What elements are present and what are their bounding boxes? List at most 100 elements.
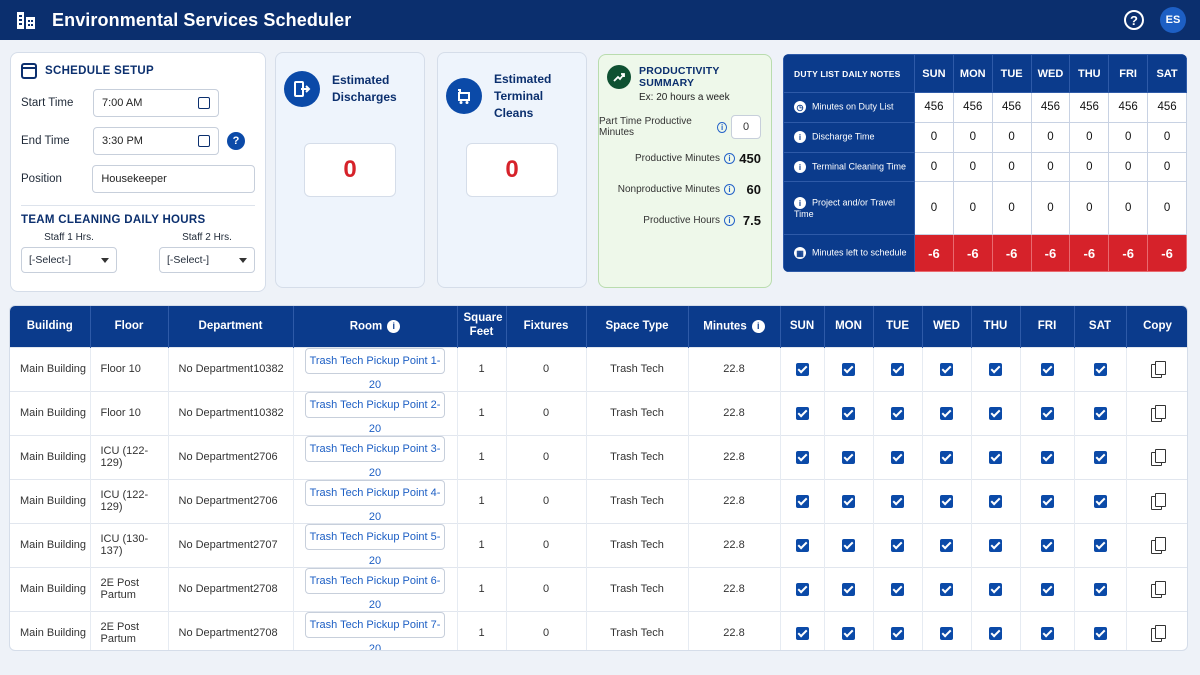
checkbox-icon[interactable] [1093, 582, 1107, 596]
checkbox-icon[interactable] [1040, 362, 1054, 376]
checkbox-icon[interactable] [891, 494, 904, 508]
checkbox-icon[interactable] [989, 450, 1002, 464]
checkbox-icon[interactable] [891, 362, 904, 376]
checkbox-icon[interactable] [1040, 406, 1054, 420]
checkbox-icon[interactable] [795, 450, 809, 464]
checkbox-icon[interactable] [842, 362, 855, 376]
checkbox-icon[interactable] [1093, 626, 1107, 640]
checkbox-icon[interactable] [1040, 494, 1054, 508]
checkbox-icon[interactable] [1093, 406, 1107, 420]
cell-floor: ICU (130-137) [90, 522, 169, 567]
checkbox-icon[interactable] [1093, 538, 1107, 552]
checkbox-icon[interactable] [940, 494, 953, 508]
room-link[interactable]: Trash Tech Pickup Point 6-20 [305, 567, 445, 611]
copy-icon[interactable] [1150, 580, 1166, 598]
duty-cell: 0 [914, 121, 954, 153]
checkbox-icon[interactable] [1040, 538, 1054, 552]
checkbox-icon[interactable] [795, 626, 809, 640]
schedule-setup-panel: SCHEDULE SETUP Start Time 7:00 AM End Ti… [10, 52, 266, 292]
room-link[interactable]: Trash Tech Pickup Point 4-20 [305, 479, 445, 523]
cell-department: No Department2707 [168, 522, 294, 567]
checkbox-icon[interactable] [842, 626, 855, 640]
cell-minutes: 22.8 [688, 610, 781, 650]
checkbox-icon[interactable] [940, 626, 953, 640]
checkbox-icon[interactable] [1093, 450, 1107, 464]
checkbox-icon[interactable] [940, 450, 953, 464]
calendar-icon[interactable] [198, 97, 210, 109]
checkbox-icon[interactable] [1040, 450, 1054, 464]
info-icon[interactable]: i [724, 215, 735, 226]
room-link[interactable]: Trash Tech Pickup Point 3-20 [305, 435, 445, 479]
checkbox-icon[interactable] [891, 538, 904, 552]
checkbox-icon[interactable] [940, 538, 953, 552]
copy-icon[interactable] [1150, 404, 1166, 422]
help-icon[interactable]: ? [1124, 10, 1144, 30]
checkbox-icon[interactable] [891, 450, 904, 464]
checkbox-icon[interactable] [989, 538, 1002, 552]
room-link[interactable]: Trash Tech Pickup Point 1-20 [305, 347, 445, 391]
cell-day [922, 390, 972, 435]
end-time-input[interactable]: 3:30 PM [93, 127, 219, 155]
checkbox-icon[interactable] [842, 406, 855, 420]
duty-cell: 456 [1069, 92, 1110, 123]
info-icon[interactable]: i [717, 121, 728, 133]
checkbox-icon[interactable] [891, 582, 904, 596]
duty-row-label-text: Project and/or Travel Time [794, 197, 896, 220]
duty-day-thu: THU [1069, 54, 1110, 93]
checkbox-icon[interactable] [989, 494, 1002, 508]
staff1-select[interactable]: [-Select-] [21, 247, 117, 273]
position-input[interactable]: Housekeeper [92, 165, 255, 193]
user-avatar[interactable]: ES [1160, 7, 1186, 33]
checkbox-icon[interactable] [795, 406, 809, 420]
help-icon[interactable]: ? [227, 132, 245, 150]
info-icon[interactable]: i [724, 153, 735, 164]
checkbox-icon[interactable] [940, 582, 953, 596]
room-link[interactable]: Trash Tech Pickup Point 7-20 [305, 611, 445, 650]
duty-cell: 0 [1069, 151, 1110, 183]
checkbox-icon[interactable] [940, 362, 953, 376]
info-icon[interactable]: i [387, 319, 401, 333]
copy-icon[interactable] [1150, 448, 1166, 466]
copy-icon[interactable] [1150, 360, 1166, 378]
checkbox-icon[interactable] [1040, 582, 1054, 596]
duty-cell: 0 [991, 151, 1032, 183]
column-header-department: Department [168, 306, 294, 347]
checkbox-icon[interactable] [989, 582, 1002, 596]
cell-copy [1126, 522, 1187, 567]
calendar-icon[interactable] [198, 135, 210, 147]
checkbox-icon[interactable] [891, 626, 904, 640]
start-time-input[interactable]: 7:00 AM [93, 89, 219, 117]
checkbox-icon[interactable] [795, 494, 809, 508]
copy-icon[interactable] [1150, 492, 1166, 510]
room-link[interactable]: Trash Tech Pickup Point 2-20 [305, 391, 445, 435]
info-icon[interactable]: i [751, 319, 765, 333]
checkbox-icon[interactable] [795, 538, 809, 552]
room-link[interactable]: Trash Tech Pickup Point 5-20 [305, 523, 445, 567]
copy-icon[interactable] [1150, 624, 1166, 642]
checkbox-icon[interactable] [989, 362, 1002, 376]
checkbox-icon[interactable] [795, 582, 809, 596]
checkbox-icon[interactable] [1093, 494, 1107, 508]
duty-day-sat: SAT [1147, 54, 1187, 93]
checkbox-icon[interactable] [842, 582, 855, 596]
checkbox-icon[interactable] [842, 494, 855, 508]
checkbox-icon[interactable] [989, 406, 1002, 420]
cell-day [971, 478, 1021, 523]
checkbox-icon[interactable] [795, 362, 809, 376]
checkbox-icon[interactable] [940, 406, 953, 420]
checkbox-icon[interactable] [891, 406, 904, 420]
cell-building: Main Building [10, 566, 91, 611]
checkbox-icon[interactable] [1040, 626, 1054, 640]
checkbox-icon[interactable] [1093, 362, 1107, 376]
duty-cell: 456 [1147, 92, 1187, 123]
duty-row-label-text: Minutes left to schedule [812, 247, 907, 258]
checkbox-icon[interactable] [989, 626, 1002, 640]
copy-icon[interactable] [1150, 536, 1166, 554]
checkbox-icon[interactable] [842, 450, 855, 464]
productivity-subtitle: Ex: 20 hours a week [639, 92, 730, 103]
part-time-input[interactable]: 0 [731, 115, 761, 139]
checkbox-icon[interactable] [842, 538, 855, 552]
info-icon[interactable]: i [724, 184, 735, 195]
staff2-select[interactable]: [-Select-] [159, 247, 255, 273]
cell-day [971, 434, 1021, 479]
